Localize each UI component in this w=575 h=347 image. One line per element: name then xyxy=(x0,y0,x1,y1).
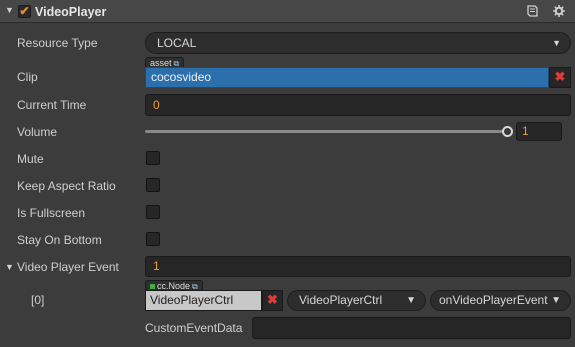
is-fullscreen-label: Is Fullscreen xyxy=(17,206,86,220)
event-component-select[interactable]: VideoPlayerCtrl ▼ xyxy=(287,290,426,311)
mute-label: Mute xyxy=(17,152,44,166)
component-header: ▼ ✔ VideoPlayer xyxy=(0,0,575,23)
video-player-event-label: Video Player Event xyxy=(17,260,119,274)
is-fullscreen-checkbox[interactable] xyxy=(146,205,160,219)
event-count-input[interactable]: 1 xyxy=(145,256,571,277)
gear-icon[interactable] xyxy=(553,5,565,17)
component-enabled-checkbox[interactable]: ✔ xyxy=(18,5,31,18)
stay-on-bottom-checkbox[interactable] xyxy=(146,232,160,246)
event-item-index: [0] xyxy=(31,293,45,307)
volume-slider-track[interactable] xyxy=(145,130,507,133)
volume-slider-knob[interactable] xyxy=(501,126,513,137)
volume-input[interactable]: 1 xyxy=(516,122,562,141)
component-title: VideoPlayer xyxy=(35,5,107,19)
event-component-value: VideoPlayerCtrl xyxy=(299,293,383,307)
event-collapse-arrow-icon[interactable]: ▼ xyxy=(5,262,14,272)
event-target-node-field[interactable]: VideoPlayerCtrl xyxy=(145,290,262,311)
chevron-down-icon: ▼ xyxy=(551,295,561,306)
clip-label: Clip xyxy=(17,70,38,84)
event-target-clear-button[interactable]: ✖ xyxy=(262,290,283,311)
mute-checkbox[interactable] xyxy=(146,151,160,165)
resource-type-value: LOCAL xyxy=(157,36,197,50)
chevron-down-icon: ▼ xyxy=(406,295,416,306)
event-handler-value: onVideoPlayerEvent xyxy=(439,293,548,307)
current-time-input[interactable]: 0 xyxy=(145,94,571,116)
event-handler-select[interactable]: onVideoPlayerEvent ▼ xyxy=(430,290,571,311)
custom-event-data-input[interactable] xyxy=(252,317,571,339)
chevron-down-icon: ▼ xyxy=(552,38,561,48)
resource-type-select[interactable]: LOCAL ▼ xyxy=(145,32,571,54)
collapse-arrow-icon[interactable]: ▼ xyxy=(5,5,14,15)
current-time-label: Current Time xyxy=(17,98,87,112)
node-icon xyxy=(150,284,155,289)
keep-aspect-ratio-checkbox[interactable] xyxy=(146,178,160,192)
stay-on-bottom-label: Stay On Bottom xyxy=(17,233,102,247)
book-icon[interactable] xyxy=(527,5,538,17)
clip-clear-button[interactable]: ✖ xyxy=(549,67,571,88)
custom-event-data-label: CustomEventData xyxy=(145,321,243,335)
keep-aspect-ratio-label: Keep Aspect Ratio xyxy=(17,179,116,193)
volume-label: Volume xyxy=(17,125,58,139)
clip-asset-field[interactable]: cocosvideo xyxy=(145,67,549,88)
resource-type-label: Resource Type xyxy=(17,36,98,50)
